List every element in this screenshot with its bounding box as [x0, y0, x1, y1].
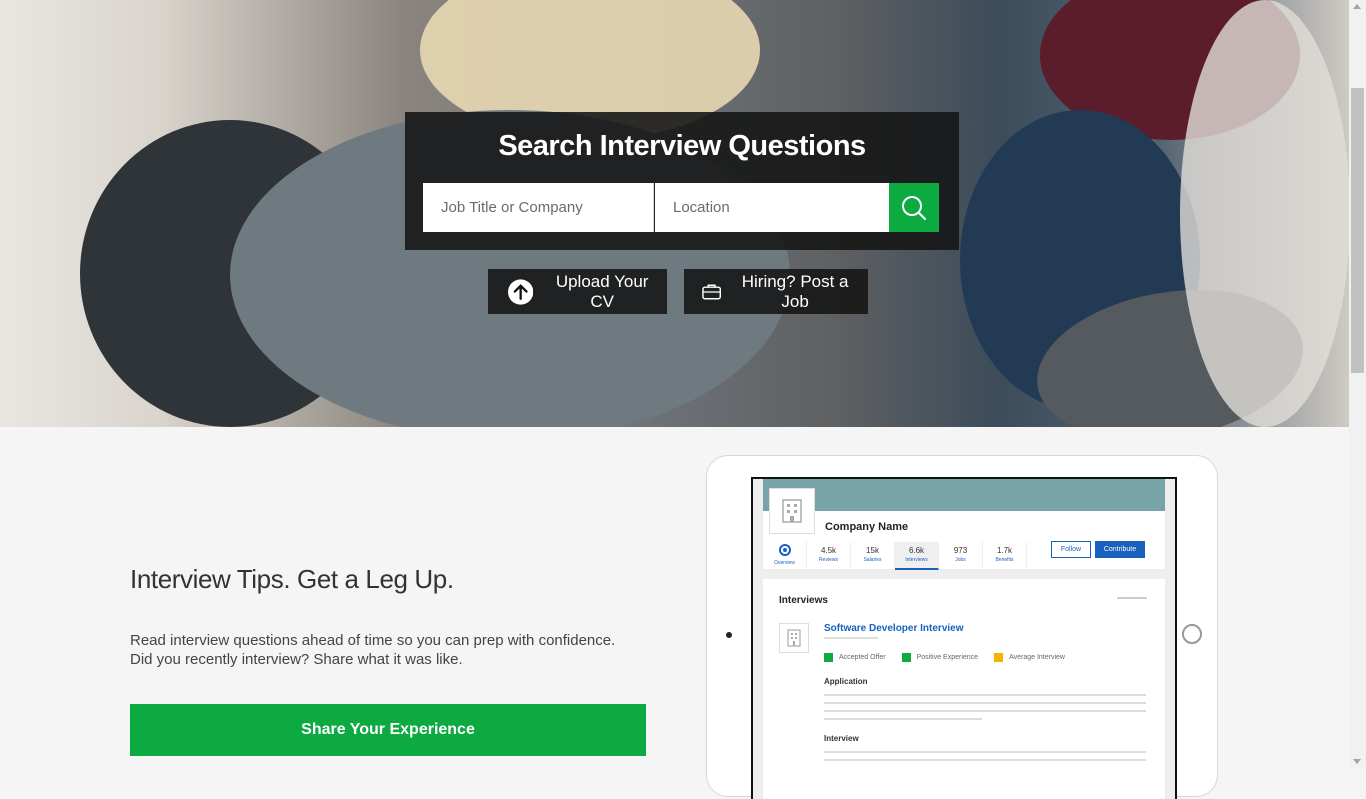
interview-logo: [779, 623, 809, 653]
tag-average-interview: Average Interview: [994, 653, 1065, 662]
stat-interviews: 6.6k Interviews: [895, 542, 939, 570]
stat-salaries: 15k Salaries: [851, 542, 895, 568]
tag-label: Positive Experience: [916, 654, 979, 661]
stat-label: Interviews: [905, 557, 928, 563]
application-heading: Application: [824, 677, 868, 686]
interview-heading: Interview: [824, 734, 859, 743]
preview-contribute-button: Contribute: [1095, 541, 1145, 558]
upload-icon: [508, 278, 534, 305]
page-scrollbar[interactable]: [1349, 0, 1366, 768]
tablet-camera: [726, 632, 732, 638]
stat-jobs: 973 Jobs: [939, 542, 983, 568]
company-logo: [769, 488, 815, 534]
post-job-label: Hiring? Post a Job: [741, 271, 849, 311]
placeholder-line: [824, 702, 1146, 704]
upload-cv-label: Upload Your CV: [555, 271, 649, 311]
location-input[interactable]: [655, 183, 889, 232]
tag-label: Average Interview: [1009, 654, 1065, 661]
divider: [824, 637, 878, 639]
tips-line: Did you recently interview? Share what i…: [130, 651, 463, 668]
stat-label: Salaries: [863, 557, 882, 563]
post-job-button[interactable]: Hiring? Post a Job: [684, 269, 868, 314]
placeholder-line: [824, 751, 1146, 753]
tag-positive-experience: Positive Experience: [901, 653, 979, 662]
tablet-home-button: [1182, 624, 1202, 644]
placeholder-line: [824, 694, 1146, 696]
company-stats: Overview 4.5k Reviews 15k Salaries 6.6k …: [763, 542, 1027, 570]
interview-tags: Accepted Offer Positive Experience Avera…: [824, 653, 1081, 662]
scroll-thumb[interactable]: [1351, 88, 1364, 373]
tag-accepted-offer: Accepted Offer: [824, 653, 886, 662]
search-icon: [902, 195, 927, 220]
stat-benefits: 1.7k Benefits: [983, 542, 1027, 568]
stat-label: Benefits: [995, 557, 1014, 563]
overview-icon: [778, 544, 791, 556]
stat-value: 6.6k: [908, 546, 925, 555]
tips-description: Read interview questions ahead of time s…: [130, 631, 615, 669]
stat-value: 15k: [866, 546, 879, 555]
hero-photo-shape: [1180, 0, 1349, 427]
stat-overview: Overview: [763, 542, 807, 568]
stat-label: Overview: [774, 560, 795, 566]
search-title: Search Interview Questions: [498, 130, 866, 162]
company-header-banner: [763, 479, 1165, 511]
stat-value: 973: [953, 546, 968, 555]
placeholder-line: [824, 759, 1146, 761]
briefcase-icon: [702, 284, 722, 299]
building-icon: [787, 629, 801, 647]
upload-cv-button[interactable]: Upload Your CV: [488, 269, 667, 314]
building-icon: [782, 499, 802, 523]
interviews-card: Interviews Software Developer Interview …: [763, 579, 1165, 799]
search-button[interactable]: [889, 183, 939, 232]
divider: [1117, 597, 1147, 599]
interviews-heading: Interviews: [779, 595, 828, 606]
scroll-down-icon[interactable]: [1353, 759, 1361, 764]
tag-label: Accepted Offer: [839, 654, 886, 661]
tablet-preview: Company Name Overview 4.5k Reviews 15k S…: [706, 455, 1218, 799]
tips-line: Read interview questions ahead of time s…: [130, 632, 616, 649]
stat-reviews: 4.5k Reviews: [807, 542, 851, 568]
placeholder-line: [824, 718, 982, 720]
stat-label: Jobs: [955, 557, 966, 563]
interview-job-title: Software Developer Interview: [824, 623, 964, 634]
stat-value: 4.5k: [820, 546, 837, 555]
placeholder-line: [824, 710, 1146, 712]
company-name: Company Name: [825, 521, 909, 533]
search-panel: Search Interview Questions: [405, 112, 959, 250]
hero-banner: Search Interview Questions Upload Your C…: [0, 0, 1349, 427]
tag-color-swatch: [994, 653, 1004, 662]
stat-label: Reviews: [819, 557, 838, 563]
stat-value: 1.7k: [996, 546, 1013, 555]
tag-color-swatch: [824, 653, 833, 662]
tips-heading: Interview Tips. Get a Leg Up.: [130, 564, 454, 594]
job-title-input[interactable]: [423, 183, 654, 232]
preview-follow-button: Follow: [1051, 541, 1091, 558]
scroll-up-icon[interactable]: [1353, 4, 1361, 9]
tag-color-swatch: [901, 653, 911, 662]
tablet-screen: Company Name Overview 4.5k Reviews 15k S…: [751, 477, 1177, 799]
share-experience-button[interactable]: Share Your Experience: [130, 704, 646, 756]
